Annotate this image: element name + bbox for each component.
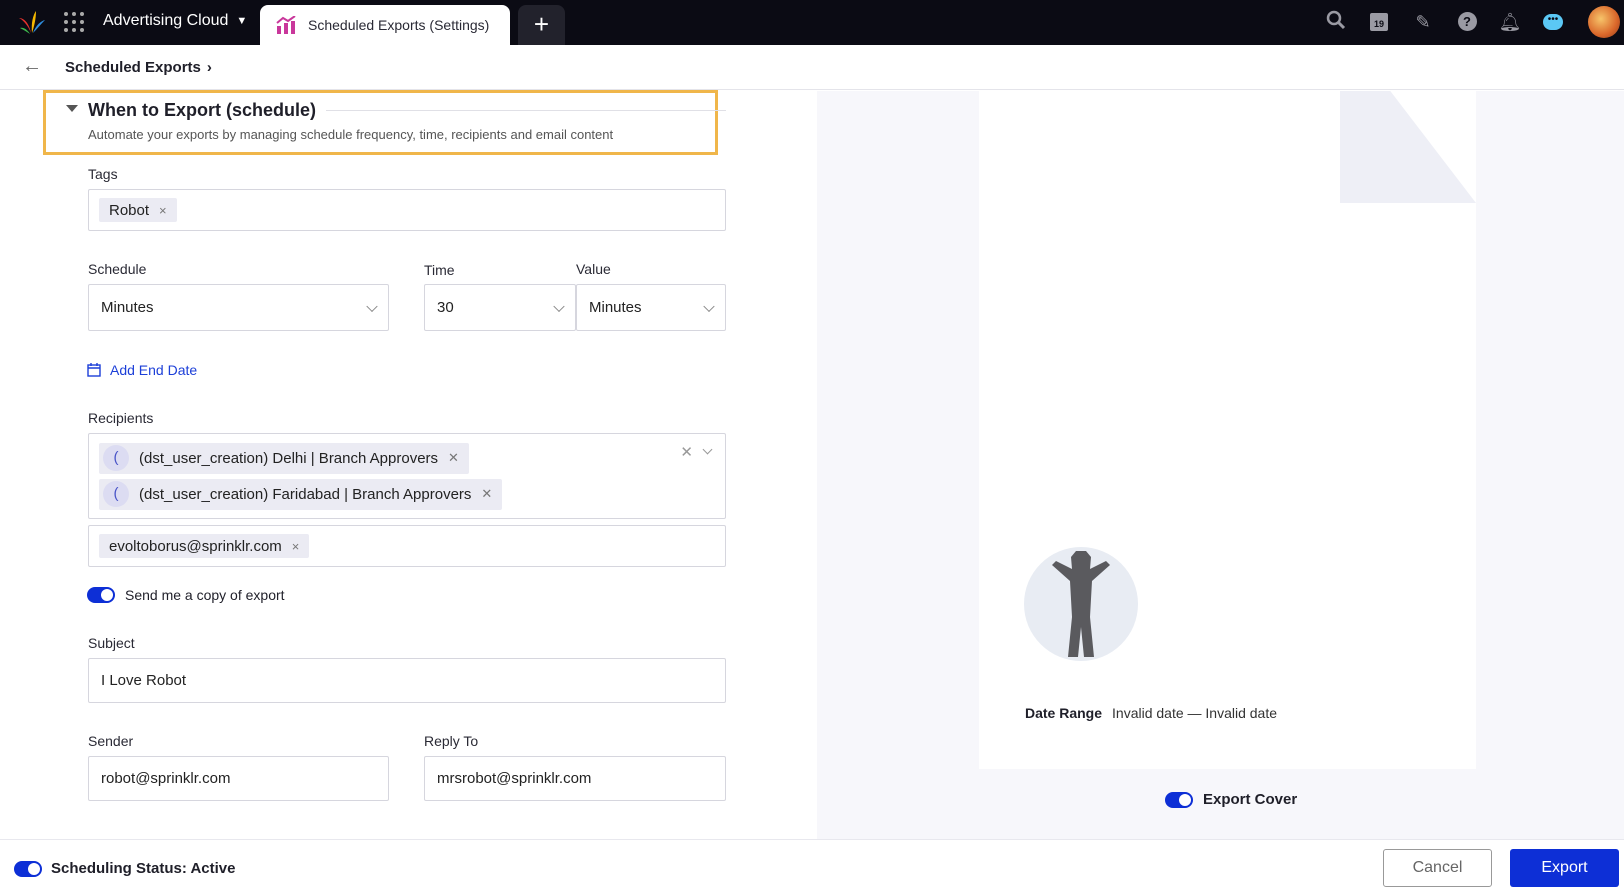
- remove-recipient-icon[interactable]: ✕: [481, 486, 492, 502]
- recipient-name: (dst_user_creation) Faridabad | Branch A…: [139, 485, 472, 503]
- export-button[interactable]: Export: [1510, 849, 1619, 887]
- sprinklr-logo[interactable]: [18, 9, 46, 35]
- recipient-avatar: (: [103, 445, 129, 471]
- schedule-select[interactable]: Minutes: [88, 284, 389, 331]
- breadcrumb-label: Scheduled Exports: [65, 59, 201, 76]
- chart-icon: [276, 16, 296, 34]
- cover-page-preview: Date Range Invalid date — Invalid date: [979, 91, 1476, 769]
- export-cover-toggle-row: Export Cover: [1165, 791, 1297, 808]
- recipient-chip: ( (dst_user_creation) Faridabad | Branch …: [99, 478, 503, 510]
- chevron-down-icon: [366, 300, 378, 312]
- tag-label: Robot: [109, 201, 150, 219]
- recipient-avatar: (: [103, 481, 129, 507]
- breadcrumb-bar: ← Scheduled Exports ›: [0, 45, 1624, 90]
- schedule-section-header: When to Export (schedule) Automate your …: [43, 90, 726, 155]
- scheduling-status-toggle[interactable]: [14, 860, 42, 877]
- add-end-date-link[interactable]: Add End Date: [87, 362, 197, 378]
- remove-recipient-icon[interactable]: ✕: [448, 450, 459, 466]
- tags-label: Tags: [88, 166, 118, 182]
- add-tab-button[interactable]: +: [518, 5, 565, 45]
- app-name: Advertising Cloud: [103, 12, 229, 29]
- time-value: 30: [437, 299, 454, 316]
- export-cover-label: Export Cover: [1203, 791, 1298, 808]
- calendar-icon[interactable]: 19: [1367, 10, 1391, 34]
- apps-grid-icon[interactable]: [64, 12, 84, 32]
- top-bar: Advertising Cloud ▼ Scheduled Exports (Se…: [0, 0, 1624, 45]
- chevron-down-icon: ▼: [236, 15, 248, 27]
- recipient-chip: ( (dst_user_creation) Delhi | Branch Appr…: [99, 442, 469, 474]
- section-title: When to Export (schedule): [88, 100, 317, 120]
- export-cover-toggle[interactable]: [1165, 791, 1193, 808]
- chevron-down-icon[interactable]: [702, 444, 713, 455]
- tab-label: Scheduled Exports (Settings): [308, 17, 490, 33]
- add-end-date-label: Add End Date: [110, 362, 198, 378]
- recipients-label: Recipients: [88, 410, 154, 426]
- reply-to-input[interactable]: mrsrobot@sprinklr.com: [424, 756, 726, 801]
- app-switcher[interactable]: Advertising Cloud ▼: [103, 12, 247, 30]
- email-chip: evoltoborus@sprinklr.com ×: [99, 534, 310, 558]
- value-select[interactable]: Minutes: [576, 284, 726, 331]
- value-label: Value: [576, 261, 611, 277]
- scheduling-status-row: Scheduling Status: Active: [14, 860, 235, 877]
- chat-icon[interactable]: •••: [1541, 10, 1565, 34]
- chevron-down-icon: [553, 300, 565, 312]
- section-subtitle: Automate your exports by managing schedu…: [88, 127, 614, 142]
- breadcrumb[interactable]: Scheduled Exports ›: [65, 59, 212, 76]
- page-fold: [1340, 91, 1476, 203]
- scheduling-status-label: Scheduling Status: Active: [51, 860, 236, 877]
- sender-input[interactable]: robot@sprinklr.com: [88, 756, 389, 801]
- bell-icon[interactable]: 🔔︎: [1498, 10, 1522, 34]
- cancel-button[interactable]: Cancel: [1383, 849, 1492, 887]
- schedule-label: Schedule: [88, 261, 147, 277]
- avatar[interactable]: [1588, 6, 1620, 38]
- remove-email-icon[interactable]: ×: [292, 539, 300, 554]
- send-copy-label: Send me a copy of export: [125, 587, 285, 603]
- subject-value: I Love Robot: [101, 672, 187, 689]
- preview-panel: Date Range Invalid date — Invalid date Ex…: [817, 91, 1624, 839]
- footer-bar: Scheduling Status: Active Cancel Export: [0, 839, 1624, 888]
- subject-input[interactable]: I Love Robot: [88, 658, 726, 703]
- send-copy-row: Send me a copy of export: [87, 587, 285, 603]
- value-value: Minutes: [589, 299, 642, 316]
- help-icon[interactable]: ?: [1455, 10, 1479, 34]
- date-range: Date Range Invalid date — Invalid date: [1025, 705, 1277, 721]
- divider: [326, 110, 726, 111]
- reply-to-value: mrsrobot@sprinklr.com: [437, 770, 592, 787]
- send-copy-toggle[interactable]: [87, 587, 115, 603]
- schedule-value: Minutes: [101, 299, 154, 316]
- pencil-icon[interactable]: ✎: [1411, 10, 1435, 34]
- cover-logo-image: [1024, 547, 1138, 661]
- collapse-triangle-icon[interactable]: [66, 105, 78, 112]
- email-label: evoltoborus@sprinklr.com: [109, 537, 282, 555]
- remove-tag-icon[interactable]: ×: [159, 203, 167, 218]
- sender-label: Sender: [88, 733, 134, 749]
- recipients-input[interactable]: ( (dst_user_creation) Delhi | Branch Appr…: [88, 433, 726, 519]
- back-arrow-icon[interactable]: ←: [22, 55, 42, 78]
- email-recipients-input[interactable]: evoltoborus@sprinklr.com ×: [88, 525, 726, 567]
- time-label: Time: [424, 262, 455, 278]
- date-range-value: Invalid date — Invalid date: [1112, 705, 1278, 721]
- time-select[interactable]: 30: [424, 284, 576, 331]
- search-icon[interactable]: [1324, 10, 1348, 34]
- subject-label: Subject: [88, 635, 135, 651]
- tab-scheduled-exports[interactable]: Scheduled Exports (Settings): [260, 5, 510, 45]
- tags-input[interactable]: Robot ×: [88, 189, 726, 231]
- calendar-icon: [87, 363, 101, 377]
- chevron-down-icon: [703, 300, 715, 312]
- tag-chip: Robot ×: [99, 198, 177, 222]
- date-range-label: Date Range: [1025, 705, 1103, 721]
- reply-to-label: Reply To: [424, 733, 479, 749]
- sender-value: robot@sprinklr.com: [101, 770, 231, 787]
- recipient-name: (dst_user_creation) Delhi | Branch Appro…: [139, 449, 439, 467]
- chevron-right-icon: ›: [206, 59, 212, 76]
- clear-all-icon[interactable]: ✕: [680, 443, 693, 461]
